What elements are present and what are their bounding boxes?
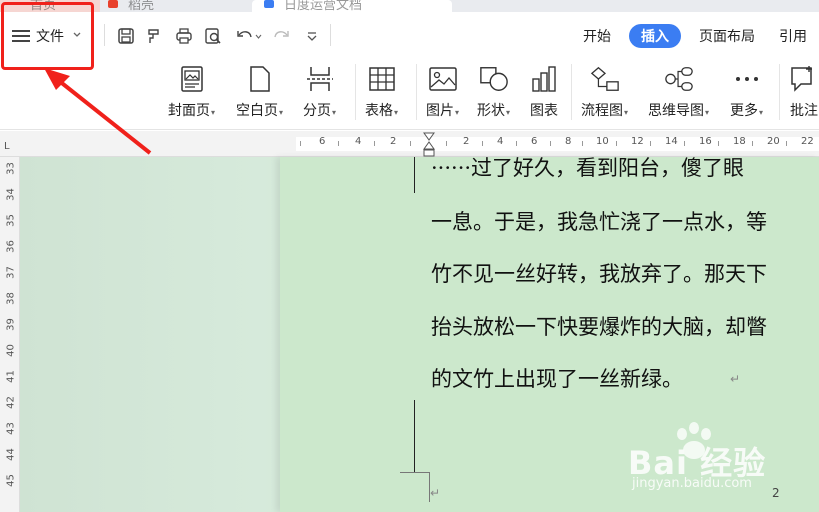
annotation-arrow-icon — [44, 68, 152, 155]
